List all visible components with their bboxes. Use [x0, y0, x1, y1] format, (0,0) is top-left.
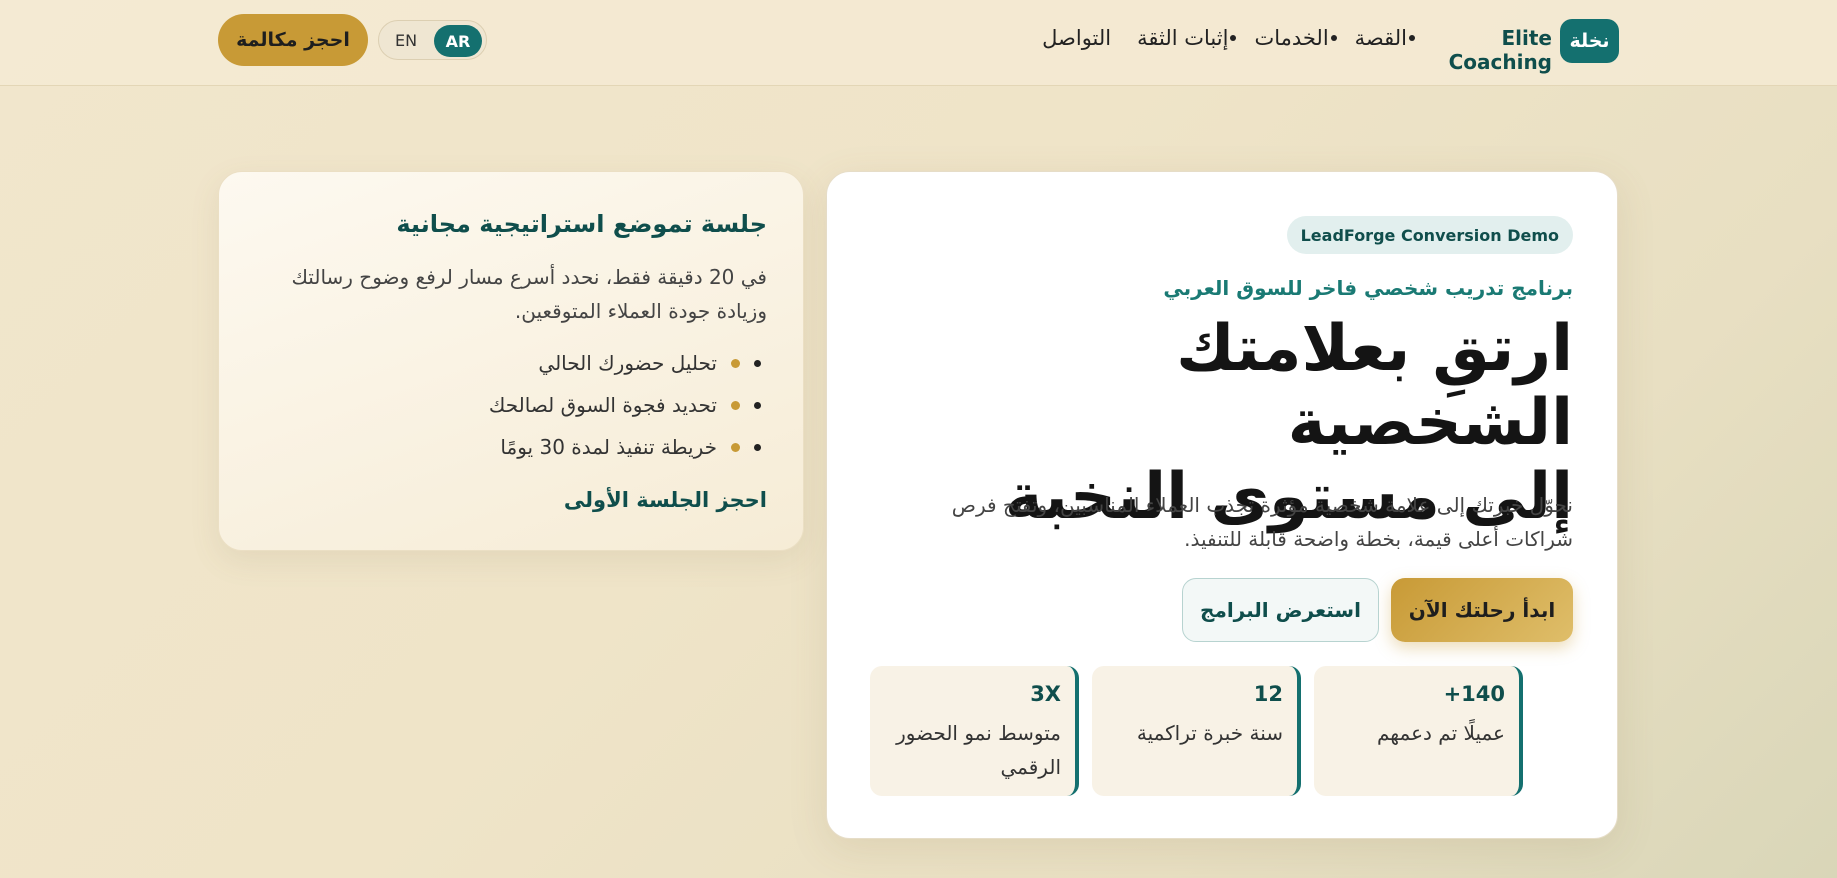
lang-en-option[interactable]: EN — [395, 31, 417, 50]
free-session-card: جلسة تموضع استراتيجية مجانية في 20 دقيقة… — [218, 171, 804, 551]
language-toggle[interactable]: EN AR — [378, 20, 487, 60]
stat-value: +140 — [1443, 682, 1505, 706]
nav-dot-icon — [1230, 35, 1237, 41]
browse-programs-button[interactable]: استعرض البرامج — [1182, 578, 1379, 642]
lang-ar-option[interactable]: AR — [434, 25, 482, 57]
bullet-dot-icon — [754, 401, 761, 409]
brand-name[interactable]: Elite Coaching — [1400, 26, 1552, 74]
list-item: تحليل حضورك الحالي — [267, 342, 767, 384]
bullet-dot-icon — [754, 443, 761, 451]
stat-value: 3X — [1030, 682, 1061, 706]
nav-item-contact[interactable]: التواصل — [1042, 26, 1111, 50]
stat-value: 12 — [1253, 682, 1283, 706]
session-benefits-list: تحليل حضورك الحالي تحديد فجوة السوق لصال… — [267, 342, 767, 468]
nav-item-label: القصة — [1354, 26, 1407, 50]
top-header: نخلة Elite Coaching القصة الخدمات إثبات … — [0, 0, 1837, 86]
list-item-label: تحديد فجوة السوق لصالحك — [488, 393, 717, 417]
hero-card: LeadForge Conversion Demo برنامج تدريب ش… — [826, 171, 1618, 839]
hero-description: نحوّل خبرتك إلى علامة شخصية مؤثرة تجذب ا… — [951, 493, 1573, 551]
book-call-button[interactable]: احجز مكالمة — [218, 14, 368, 66]
bullet-gold-icon — [731, 442, 740, 452]
session-title: جلسة تموضع استراتيجية مجانية — [396, 210, 767, 238]
hero-tag-badge: LeadForge Conversion Demo — [1286, 216, 1573, 254]
nav-dot-icon — [1409, 35, 1415, 41]
nav-item-story[interactable]: القصة — [1354, 26, 1415, 50]
nav-dot-icon — [1330, 35, 1337, 41]
list-item: تحديد فجوة السوق لصالحك — [267, 384, 767, 426]
stat-card-growth: 3X متوسط نمو الحضور الرقمي — [870, 666, 1079, 796]
nav-item-services[interactable]: الخدمات — [1254, 26, 1337, 50]
list-item-label: خريطة تنفيذ لمدة 30 يومًا — [500, 435, 717, 459]
bullet-gold-icon — [731, 400, 740, 410]
stat-label: سنة خبرة تراكمية — [1136, 721, 1283, 745]
list-item: خريطة تنفيذ لمدة 30 يومًا — [267, 426, 767, 468]
stat-label: متوسط نمو الحضور الرقمي — [896, 721, 1061, 779]
nav-item-label: التواصل — [1042, 26, 1112, 50]
nav-item-label: إثبات الثقة — [1137, 26, 1229, 50]
hero-subtitle: برنامج تدريب شخصي فاخر للسوق العربي — [1163, 276, 1573, 300]
stat-card-experience: 12 سنة خبرة تراكمية — [1092, 666, 1301, 796]
stat-card-clients: +140 عميلًا تم دعمهم — [1314, 666, 1523, 796]
brand-logo[interactable]: نخلة — [1560, 19, 1619, 63]
bullet-gold-icon — [731, 358, 740, 368]
start-journey-button[interactable]: ابدأ رحلتك الآن — [1391, 578, 1573, 642]
session-description: في 20 دقيقة فقط، نحدد أسرع مسار لرفع وضو… — [291, 265, 767, 323]
stat-label: عميلًا تم دعمهم — [1377, 721, 1505, 745]
bullet-dot-icon — [754, 359, 761, 367]
book-first-session-link[interactable]: احجز الجلسة الأولى — [564, 488, 767, 512]
list-item-label: تحليل حضورك الحالي — [538, 351, 717, 375]
main-nav: القصة الخدمات إثبات الثقة التواصل — [1042, 26, 1415, 50]
nav-item-trust[interactable]: إثبات الثقة — [1137, 26, 1237, 50]
nav-item-label: الخدمات — [1254, 26, 1329, 50]
hero-title-line-1: ارتقِ بعلامتك الشخصية — [1176, 312, 1573, 460]
